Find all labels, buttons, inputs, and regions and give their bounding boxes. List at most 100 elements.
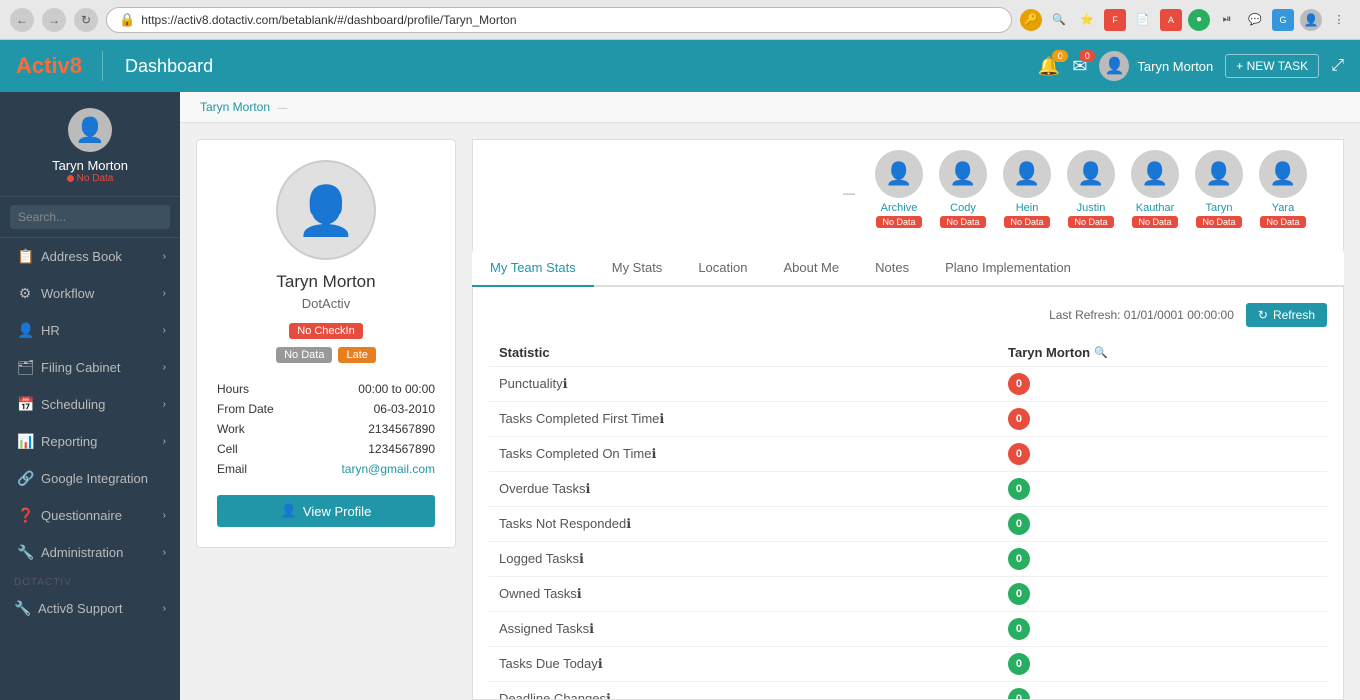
hours-value: 00:00 to 00:00 xyxy=(358,382,435,396)
stat-label-cell: Assigned Tasksℹ xyxy=(489,612,998,647)
stat-badge: 0 xyxy=(1008,373,1030,395)
table-row: Assigned Tasksℹ0 xyxy=(489,612,1327,647)
sidebar-item-filing-cabinet[interactable]: 🗂 Filing Cabinet › xyxy=(0,349,180,386)
browser-icon-chrome4[interactable]: ● xyxy=(1188,9,1210,31)
stat-label: Tasks Not Responded xyxy=(499,516,626,531)
team-member-taryn[interactable]: 👤 Taryn No Data xyxy=(1195,150,1243,228)
sidebar-item-hr[interactable]: 👤 HR › xyxy=(0,312,180,349)
team-member-name-hein[interactable]: Hein xyxy=(1016,202,1039,214)
sidebar-item-support[interactable]: 🔧 Activ8 Support › xyxy=(0,590,180,627)
top-navbar: Activ8 Dashboard 🔔 0 ✉ 0 👤 Taryn Morton … xyxy=(0,40,1360,92)
logo: Activ8 xyxy=(16,53,82,79)
tab-my-stats[interactable]: My Stats xyxy=(594,250,681,287)
browser-icon-1[interactable]: 🔑 xyxy=(1020,9,1042,31)
tab-location[interactable]: Location xyxy=(680,250,765,287)
info-icon[interactable]: ℹ xyxy=(579,551,584,566)
logo-accent: 8 xyxy=(70,53,82,78)
cell-value: 1234567890 xyxy=(368,442,435,456)
filing-cabinet-chevron: › xyxy=(163,362,166,373)
team-member-name-taryn[interactable]: Taryn xyxy=(1206,202,1233,214)
user-menu[interactable]: 👤 Taryn Morton xyxy=(1099,51,1213,81)
team-member-name-kauthar[interactable]: Kauthar xyxy=(1136,202,1175,214)
table-row: Deadline Changesℹ 0 xyxy=(489,682,1327,700)
stat-badge: 0 xyxy=(1008,478,1030,500)
info-icon[interactable]: ℹ xyxy=(577,586,582,601)
team-member-justin[interactable]: 👤 Justin No Data xyxy=(1067,150,1115,228)
tab-my-team-stats[interactable]: My Team Stats xyxy=(472,250,594,287)
new-task-button[interactable]: + NEW TASK xyxy=(1225,54,1319,78)
team-member-cody[interactable]: 👤 Cody No Data xyxy=(939,150,987,228)
team-member-yara[interactable]: 👤 Yara No Data xyxy=(1259,150,1307,228)
support-chevron: › xyxy=(163,603,166,614)
team-member-name-justin[interactable]: Justin xyxy=(1077,202,1106,214)
refresh-button[interactable]: ↻ Refresh xyxy=(1246,303,1327,327)
stat-label-cell: Punctualityℹ xyxy=(489,367,998,402)
cell-label: Cell xyxy=(217,442,238,456)
messages-button[interactable]: ✉ 0 xyxy=(1072,56,1087,77)
tab-plano-implementation[interactable]: Plano Implementation xyxy=(927,250,1089,287)
stat-value-cell: 0 xyxy=(998,542,1327,577)
sidebar-item-administration[interactable]: 🔧 Administration › xyxy=(0,534,180,571)
sidebar-item-scheduling[interactable]: 📅 Scheduling › xyxy=(0,386,180,423)
info-icon[interactable]: ℹ xyxy=(563,376,568,391)
email-value: taryn@gmail.com xyxy=(341,462,435,476)
tab-notes[interactable]: Notes xyxy=(857,250,927,287)
refresh-icon: ↻ xyxy=(1258,308,1268,322)
team-member-name-cody[interactable]: Cody xyxy=(950,202,976,214)
sidebar-item-address-book[interactable]: 📋 Address Book › xyxy=(0,238,180,275)
checkin-badge: No CheckIn xyxy=(289,323,362,339)
team-member-badge-kauthar: No Data xyxy=(1132,216,1177,228)
browser-icon-chrome5[interactable]: ⏯ xyxy=(1216,9,1238,31)
url-bar[interactable]: 🔒 https://activ8.dotactiv.com/betablank/… xyxy=(106,7,1012,33)
stat-badge: 0 xyxy=(1008,688,1030,700)
filing-cabinet-icon: 🗂 xyxy=(17,359,33,376)
team-member-name-yara[interactable]: Yara xyxy=(1272,202,1294,214)
info-icon[interactable]: ℹ xyxy=(626,516,631,531)
team-member-kauthar[interactable]: 👤 Kauthar No Data xyxy=(1131,150,1179,228)
notifications-button[interactable]: 🔔 0 xyxy=(1038,56,1060,77)
col-search-icon[interactable]: 🔍 xyxy=(1094,346,1108,359)
sidebar-item-questionnaire[interactable]: ❓ Questionnaire › xyxy=(0,497,180,534)
info-icon[interactable]: ℹ xyxy=(598,656,603,671)
browser-icon-2[interactable]: 🔍 xyxy=(1048,9,1070,31)
browser-icon-chrome3[interactable]: A xyxy=(1160,9,1182,31)
browser-icon-chrome2[interactable]: 📄 xyxy=(1132,9,1154,31)
stat-label-cell: Tasks Completed On Timeℹ xyxy=(489,437,998,472)
browser-avatar[interactable]: 👤 xyxy=(1300,9,1322,31)
status-dot xyxy=(67,175,74,182)
forward-button[interactable]: → xyxy=(42,8,66,32)
sidebar-item-google-integration[interactable]: 🔗 Google Integration xyxy=(0,460,180,497)
search-input[interactable] xyxy=(10,205,170,229)
tab-about-me[interactable]: About Me xyxy=(765,250,857,287)
sidebar-item-reporting[interactable]: 📊 Reporting › xyxy=(0,423,180,460)
view-profile-button[interactable]: 👤 View Profile xyxy=(217,495,435,527)
profile-card-inner: 👤 Taryn Morton DotActiv No CheckIn No Da… xyxy=(196,139,456,548)
info-icon[interactable]: ℹ xyxy=(651,446,656,461)
table-row: Tasks Completed First Timeℹ0 xyxy=(489,402,1327,437)
team-member-archive[interactable]: 👤 Archive No Data xyxy=(875,150,923,228)
info-icon[interactable]: ℹ xyxy=(606,691,611,700)
browser-icon-chrome7[interactable]: G xyxy=(1272,9,1294,31)
browser-menu[interactable]: ⋮ xyxy=(1328,9,1350,31)
sidebar-item-workflow[interactable]: ⚙ Workflow › xyxy=(0,275,180,312)
team-member-avatar-justin: 👤 xyxy=(1067,150,1115,198)
main-layout: 👤 Taryn Morton No Data 📋 Address Book › xyxy=(0,92,1360,700)
browser-icon-chrome6[interactable]: 💬 xyxy=(1244,9,1266,31)
refresh-button[interactable]: ↻ xyxy=(74,8,98,32)
minimize-team-btn[interactable]: — xyxy=(843,186,855,200)
browser-icon-chrome1[interactable]: F xyxy=(1104,9,1126,31)
team-member-hein[interactable]: 👤 Hein No Data xyxy=(1003,150,1051,228)
info-icon[interactable]: ℹ xyxy=(659,411,664,426)
content-area: Taryn Morton — 👤 Taryn Morton DotActiv N… xyxy=(180,92,1360,700)
breadcrumb-link[interactable]: Taryn Morton xyxy=(200,100,270,114)
back-button[interactable]: ← xyxy=(10,8,34,32)
info-icon[interactable]: ℹ xyxy=(589,621,594,636)
stat-label-cell: Deadline Changesℹ xyxy=(489,682,998,700)
team-member-name-archive[interactable]: Archive xyxy=(881,202,918,214)
browser-icon-3[interactable]: ⭐ xyxy=(1076,9,1098,31)
profile-info-email: Email taryn@gmail.com xyxy=(217,459,435,479)
stat-value-cell: 0 xyxy=(998,647,1327,682)
info-icon[interactable]: ℹ xyxy=(585,481,590,496)
share-button[interactable]: ⤢ xyxy=(1331,57,1344,75)
nav-title: Dashboard xyxy=(125,56,1038,77)
